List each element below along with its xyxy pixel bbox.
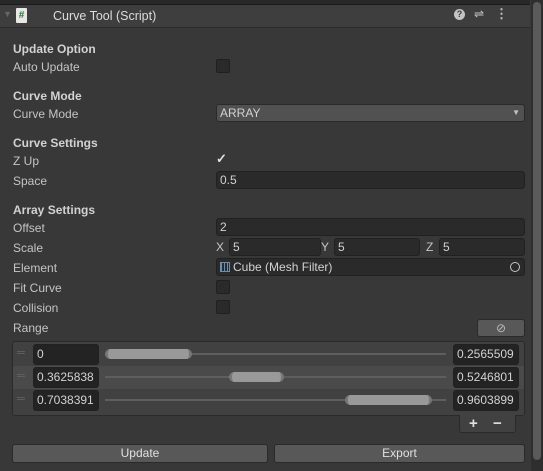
curve-settings-header: Curve Settings: [13, 136, 98, 150]
range-min-input[interactable]: 0.7038391: [33, 390, 99, 411]
chevron-down-icon: ▼: [512, 108, 520, 117]
visibility-toggle-button[interactable]: ⊘: [477, 319, 525, 337]
scale-y-input[interactable]: 5: [334, 238, 420, 256]
scale-z-label: Z: [426, 240, 434, 254]
range-max-input[interactable]: 0.9603899: [453, 390, 519, 411]
list-footer: + −: [459, 415, 516, 433]
drag-handle-icon[interactable]: ═: [17, 393, 25, 405]
drag-handle-icon[interactable]: ═: [17, 347, 25, 359]
range-max-input[interactable]: 0.2565509: [453, 344, 519, 365]
offset-input[interactable]: 2: [216, 218, 525, 236]
range-row: ═ 0.3625838 0.5246801: [13, 366, 524, 389]
range-max-input[interactable]: 0.5246801: [453, 367, 519, 388]
update-button[interactable]: Update: [12, 444, 268, 463]
range-slider-thumb[interactable]: [105, 349, 193, 359]
mesh-filter-icon: [220, 262, 230, 272]
range-slider-thumb[interactable]: [345, 395, 433, 405]
presets-icon[interactable]: ⇌: [474, 7, 484, 21]
add-element-button[interactable]: +: [469, 415, 478, 432]
help-icon[interactable]: ?: [454, 9, 465, 20]
range-slider-thumb[interactable]: [228, 372, 284, 382]
element-value: Cube (Mesh Filter): [233, 260, 333, 274]
range-row: ═ 0.7038391 0.9603899: [13, 389, 524, 412]
fit-curve-checkbox[interactable]: [216, 280, 230, 294]
space-input[interactable]: 0.5: [216, 171, 525, 189]
component-title: Curve Tool (Script): [53, 9, 157, 23]
scale-y-label: Y: [321, 240, 330, 254]
space-label: Space: [13, 174, 48, 188]
range-min-input[interactable]: 0: [33, 344, 99, 365]
update-option-header: Update Option: [13, 42, 96, 56]
collision-label: Collision: [13, 301, 59, 315]
scale-label: Scale: [13, 241, 44, 255]
component-header[interactable]: ▼ # Curve Tool (Script) ? ⇌ ⋮: [0, 4, 530, 28]
curve-mode-header: Curve Mode: [13, 89, 82, 103]
z-up-checkbox[interactable]: ✓: [216, 151, 230, 167]
z-up-label: Z Up: [13, 154, 40, 168]
scrollbar-thumb[interactable]: [533, 2, 541, 460]
drag-handle-icon[interactable]: ═: [17, 370, 25, 382]
range-row: ═ 0 0.2565509: [13, 343, 524, 366]
remove-element-button[interactable]: −: [493, 415, 502, 432]
export-button[interactable]: Export: [274, 444, 525, 463]
auto-update-label: Auto Update: [13, 60, 80, 74]
scale-z-input[interactable]: 5: [439, 238, 525, 256]
script-icon: #: [16, 8, 27, 23]
scale-x-label: X: [216, 240, 225, 254]
foldout-arrow-icon[interactable]: ▼: [3, 9, 12, 19]
eye-hidden-icon: ⊘: [495, 321, 507, 335]
curve-mode-value: ARRAY: [220, 106, 261, 120]
object-picker-icon[interactable]: [510, 262, 520, 272]
element-label: Element: [13, 261, 58, 275]
more-menu-icon[interactable]: ⋮: [495, 6, 508, 22]
curve-mode-label: Curve Mode: [13, 107, 79, 121]
fit-curve-label: Fit Curve: [13, 281, 62, 295]
auto-update-checkbox[interactable]: [216, 59, 230, 73]
offset-label: Offset: [13, 221, 45, 235]
collision-checkbox[interactable]: [216, 300, 230, 314]
scale-x-input-box[interactable]: 5: [229, 238, 321, 256]
array-settings-header: Array Settings: [13, 203, 96, 217]
range-label: Range: [13, 321, 49, 335]
element-object-field[interactable]: Cube (Mesh Filter): [216, 258, 525, 276]
range-min-input[interactable]: 0.3625838: [33, 367, 99, 388]
curve-mode-dropdown[interactable]: ARRAY ▼: [216, 104, 525, 122]
